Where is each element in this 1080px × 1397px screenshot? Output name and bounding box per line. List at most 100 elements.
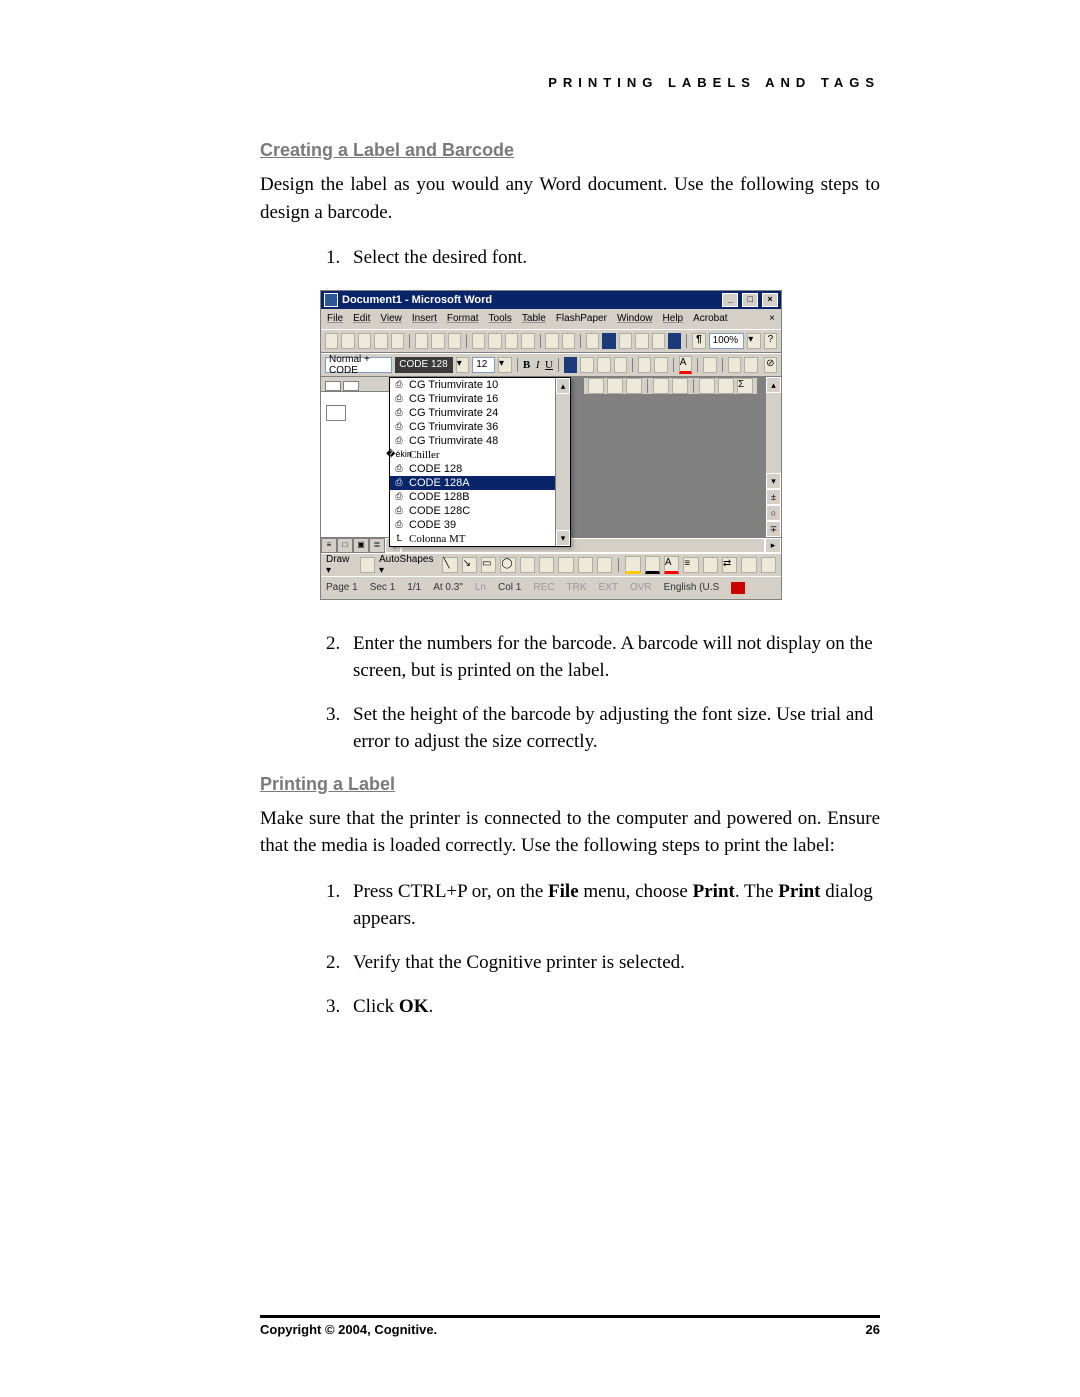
hyperlink-icon[interactable] <box>586 333 599 349</box>
clipart-icon[interactable] <box>578 557 593 573</box>
sort-desc-icon[interactable] <box>718 378 734 394</box>
font-item[interactable]: ⎙CG Triumvirate 24 <box>390 406 570 420</box>
font-item[interactable]: ⎙CODE 128C <box>390 504 570 518</box>
distribute-rows-icon[interactable] <box>672 378 688 394</box>
insert-table-icon[interactable] <box>619 333 632 349</box>
draw-menu[interactable]: Draw ▾ <box>326 554 356 576</box>
fill-color-icon[interactable] <box>625 556 640 574</box>
dropdown-scrollbar[interactable]: ▴ ▾ <box>555 378 570 546</box>
table-icon[interactable] <box>588 378 604 394</box>
help-icon[interactable]: ? <box>764 333 777 349</box>
show-pilcrow-icon[interactable]: ¶ <box>692 333 705 349</box>
split-cells-icon[interactable] <box>626 378 642 394</box>
style-selector[interactable]: Normal + CODE <box>325 357 392 373</box>
tab-type-icon[interactable] <box>326 405 346 421</box>
status-language[interactable]: English (U.S <box>664 582 720 593</box>
browse-object-button[interactable]: ○ <box>766 505 781 521</box>
font-item[interactable]: ⎙CG Triumvirate 10 <box>390 378 570 392</box>
shadow-icon[interactable] <box>741 557 756 573</box>
status-trk[interactable]: TRK <box>566 582 586 593</box>
status-rec[interactable]: REC <box>533 582 554 593</box>
zoom-box[interactable]: 100% <box>709 333 745 349</box>
outline-view-icon[interactable]: ≣ <box>369 538 385 553</box>
close-button[interactable]: × <box>762 293 778 307</box>
font-item[interactable]: ⎙CODE 128B <box>390 490 570 504</box>
scroll-right-button[interactable]: ▸ <box>765 538 781 553</box>
menu-file[interactable]: File <box>327 313 343 324</box>
status-ext[interactable]: EXT <box>598 582 617 593</box>
eraser-icon[interactable] <box>343 381 359 391</box>
excel-icon[interactable] <box>635 333 648 349</box>
save-icon[interactable] <box>358 333 371 349</box>
menu-window[interactable]: Window <box>617 313 653 324</box>
spelling-status-icon[interactable] <box>731 582 745 594</box>
line-style-icon[interactable]: ≡ <box>683 557 698 573</box>
menu-edit[interactable]: Edit <box>353 313 370 324</box>
menu-acrobat[interactable]: Acrobat <box>693 313 727 324</box>
font-item[interactable]: �ékinChiller <box>390 448 570 462</box>
align-cell-icon[interactable] <box>653 378 669 394</box>
spellcheck-icon[interactable] <box>448 333 461 349</box>
scroll-down-icon[interactable]: ▾ <box>556 530 570 546</box>
acrobat-pdf-icon[interactable] <box>728 357 742 373</box>
rectangle-icon[interactable]: ▭ <box>481 557 496 573</box>
zoom-dropdown-icon[interactable]: ▾ <box>747 333 760 349</box>
new-doc-icon[interactable] <box>325 333 338 349</box>
maximize-button[interactable]: □ <box>742 293 758 307</box>
textbox-icon[interactable] <box>520 557 535 573</box>
vertical-scrollbar[interactable]: ▴ ▾ ± ○ ∓ <box>765 377 781 537</box>
align-left-icon[interactable] <box>564 357 578 373</box>
font-selector[interactable]: CODE 128 <box>395 357 452 373</box>
columns-icon[interactable] <box>652 333 665 349</box>
search-icon[interactable] <box>391 333 404 349</box>
font-item[interactable]: ⎙CODE 128 <box>390 462 570 476</box>
font-item-selected[interactable]: ⎙CODE 128A <box>390 476 570 490</box>
menu-flashpaper[interactable]: FlashPaper <box>556 313 607 324</box>
expand-toolbar-icon[interactable]: ⊘ <box>764 357 778 373</box>
font-dropdown-list[interactable]: ⎙CG Triumvirate 10 ⎙CG Triumvirate 16 ⎙C… <box>389 377 571 547</box>
3d-icon[interactable] <box>761 557 776 573</box>
align-center-icon[interactable] <box>580 357 594 373</box>
menu-format[interactable]: Format <box>447 313 479 324</box>
numbered-list-icon[interactable] <box>638 357 652 373</box>
print-icon[interactable] <box>415 333 428 349</box>
dash-style-icon[interactable] <box>703 557 718 573</box>
oval-icon[interactable]: ◯ <box>500 557 515 573</box>
superscript-icon[interactable] <box>703 357 717 373</box>
line-icon[interactable]: ╲ <box>442 557 457 573</box>
tables-borders-icon[interactable] <box>602 333 615 349</box>
arrow-icon[interactable]: ↘ <box>462 557 477 573</box>
mail-icon[interactable] <box>374 333 387 349</box>
undo-icon[interactable] <box>545 333 558 349</box>
underline-button[interactable]: U <box>545 359 553 371</box>
acrobat-comment-icon[interactable] <box>744 357 758 373</box>
diagram-icon[interactable] <box>558 557 573 573</box>
next-page-button[interactable]: ∓ <box>766 521 781 537</box>
picture-icon[interactable] <box>597 557 612 573</box>
font-item[interactable]: ꝈColonna MT <box>390 532 570 546</box>
format-painter-icon[interactable] <box>521 333 534 349</box>
font-item[interactable]: ⎙CG Triumvirate 48 <box>390 434 570 448</box>
prev-page-button[interactable]: ± <box>766 489 781 505</box>
document-close-x[interactable]: × <box>769 313 775 324</box>
align-justify-icon[interactable] <box>614 357 628 373</box>
pencil-icon[interactable] <box>325 381 341 391</box>
line-color-icon[interactable] <box>645 556 660 574</box>
web-view-icon[interactable]: □ <box>337 538 353 553</box>
scroll-down-button[interactable]: ▾ <box>766 473 781 489</box>
menu-tools[interactable]: Tools <box>489 313 512 324</box>
bold-button[interactable]: B <box>522 359 530 371</box>
font-color-draw-icon[interactable]: A <box>664 556 679 574</box>
menu-help[interactable]: Help <box>663 313 684 324</box>
status-ovr[interactable]: OVR <box>630 582 652 593</box>
scroll-up-icon[interactable]: ▴ <box>556 378 570 394</box>
print-preview-icon[interactable] <box>431 333 444 349</box>
align-right-icon[interactable] <box>597 357 611 373</box>
normal-view-icon[interactable]: ≡ <box>321 538 337 553</box>
open-icon[interactable] <box>341 333 354 349</box>
sort-asc-icon[interactable] <box>699 378 715 394</box>
menu-view[interactable]: View <box>380 313 402 324</box>
font-size-selector[interactable]: 12 <box>472 357 495 373</box>
font-item[interactable]: ⎙CG Triumvirate 16 <box>390 392 570 406</box>
font-dropdown-arrow-icon[interactable]: ▾ <box>456 357 470 373</box>
